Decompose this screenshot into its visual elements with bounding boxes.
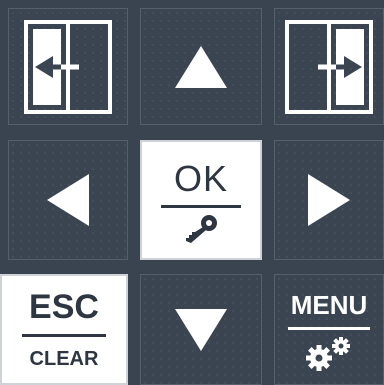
esc-content: ESC CLEAR <box>22 290 106 369</box>
clear-label: CLEAR <box>29 348 99 370</box>
triangle-down-icon <box>175 308 227 351</box>
door-right-key[interactable] <box>274 8 384 125</box>
key-icon <box>186 214 217 243</box>
triangle-left-icon <box>47 174 89 226</box>
ok-label: OK <box>173 157 228 199</box>
door-left-key[interactable] <box>8 8 128 125</box>
esc-divider <box>22 334 106 337</box>
menu-label: MENU <box>290 289 368 320</box>
menu-content: MENU <box>288 288 370 372</box>
menu-key[interactable]: MENU <box>274 274 384 385</box>
down-key[interactable] <box>140 274 262 385</box>
left-key[interactable] <box>8 140 128 260</box>
ok-key[interactable]: OK <box>140 140 262 260</box>
up-key[interactable] <box>140 8 262 125</box>
ok-content: OK <box>161 157 241 244</box>
door-right-arrow-icon <box>285 19 373 114</box>
triangle-right-icon <box>308 174 350 226</box>
ok-divider <box>161 204 241 208</box>
right-key[interactable] <box>274 140 384 260</box>
menu-divider <box>288 326 370 330</box>
esc-clear-key[interactable]: ESC CLEAR <box>0 274 128 385</box>
triangle-up-icon <box>175 45 227 88</box>
door-left-arrow-icon <box>24 19 112 114</box>
keypad: OK ESC CLEAR MENU <box>0 0 384 385</box>
gears-icon <box>306 336 350 371</box>
esc-label: ESC <box>29 288 99 326</box>
